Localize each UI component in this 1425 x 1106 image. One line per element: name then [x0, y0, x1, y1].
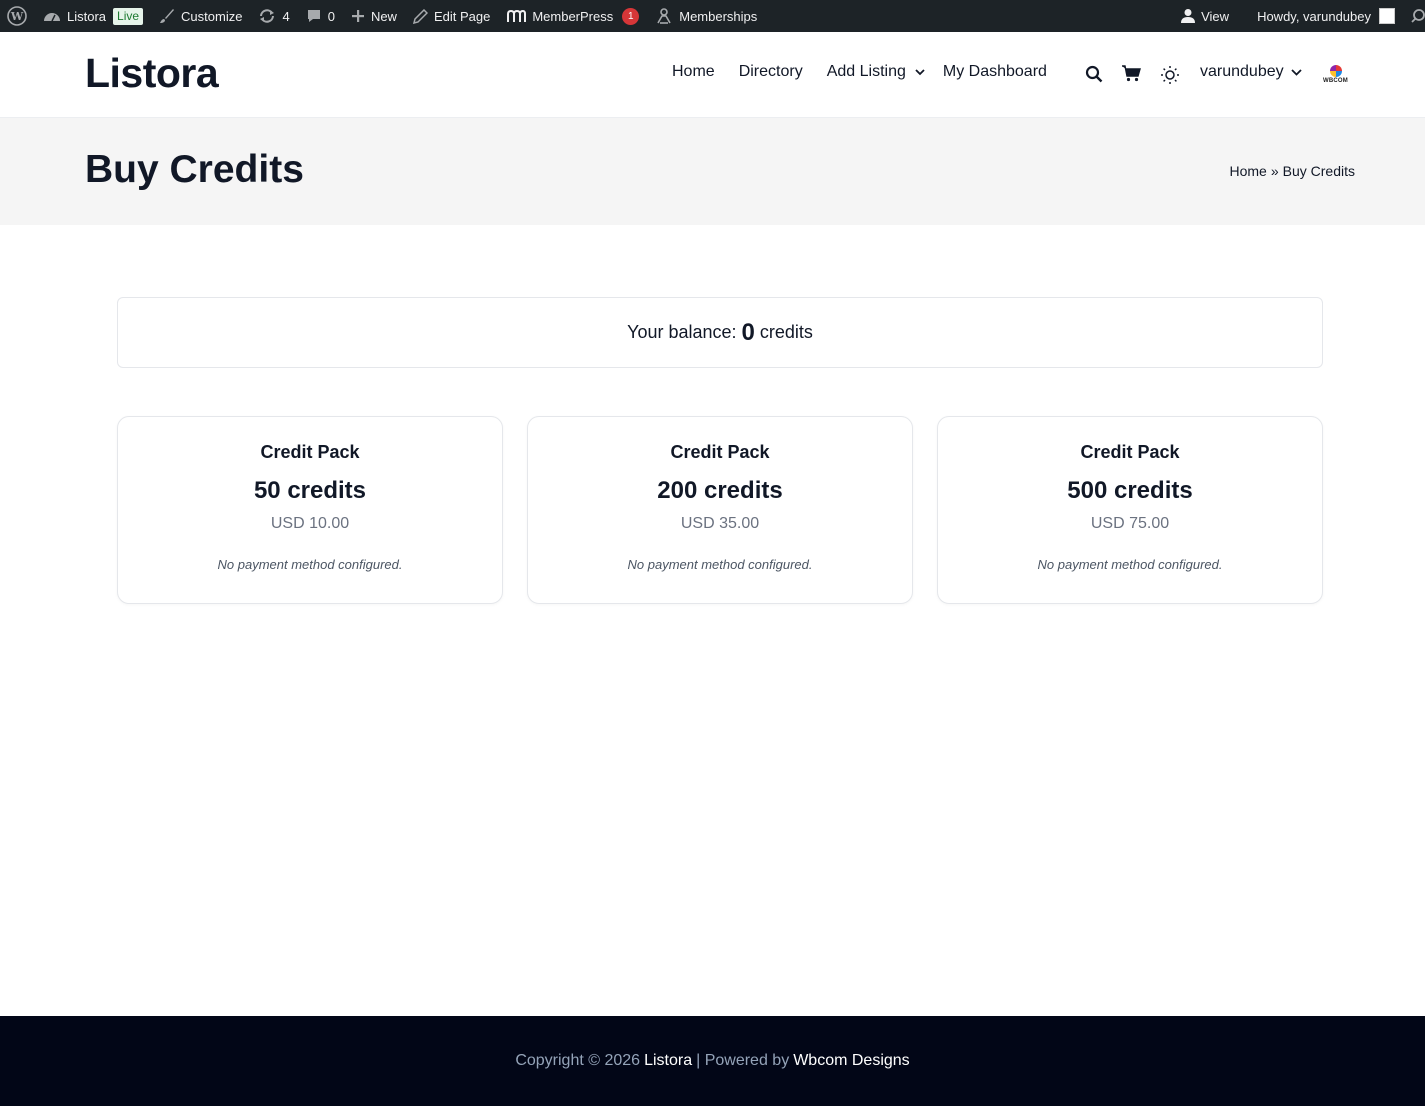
memberships-link[interactable]: Memberships	[647, 0, 765, 32]
live-badge: Live	[113, 7, 144, 25]
footer-site-link[interactable]: Listora	[644, 1052, 692, 1070]
sun-icon	[1161, 66, 1179, 84]
updates-count: 4	[282, 8, 290, 24]
memberships-label: Memberships	[679, 8, 758, 24]
chevron-down-icon	[915, 68, 925, 75]
new-content-link[interactable]: New	[343, 0, 405, 32]
nav-item-home[interactable]: Home	[672, 63, 715, 81]
nav-add-listing-label: Add Listing	[826, 63, 906, 80]
nav-directory-label: Directory	[738, 63, 803, 80]
pack-credits: 50 credits	[253, 477, 367, 504]
theme-toggle-button[interactable]	[1160, 65, 1180, 85]
pack-title: Credit Pack	[670, 442, 770, 462]
search-icon	[1085, 65, 1103, 83]
customize-label: Customize	[181, 8, 243, 24]
dashboard-gauge-icon	[43, 9, 61, 23]
admin-search-button[interactable]	[1403, 0, 1425, 32]
site-header: Listora Home Directory Add Listing My Da…	[0, 32, 1425, 118]
user-menu-label: varundubey	[1200, 63, 1284, 80]
site-footer: Copyright © 2026 Listora | Powered by Wb…	[0, 1016, 1425, 1106]
edit-page-link[interactable]: Edit Page	[405, 0, 498, 32]
breadcrumb-home-link[interactable]: Home	[1229, 163, 1266, 179]
admin-bar-right: View Howdy, varundubey	[1173, 0, 1425, 32]
nav-my-dashboard-label: My Dashboard	[942, 63, 1047, 80]
pack-price: USD 10.00	[270, 515, 350, 532]
page-title-band: Buy Credits Home » Buy Credits	[0, 118, 1425, 225]
view-link[interactable]: View	[1173, 0, 1237, 32]
updates-link[interactable]: 4	[250, 0, 297, 32]
footer-copyright: Copyright © 2026	[515, 1052, 641, 1069]
cart-icon	[1122, 65, 1141, 82]
site-logo[interactable]: Listora	[85, 50, 219, 97]
memberships-icon	[655, 7, 673, 25]
header-search-button[interactable]	[1085, 65, 1103, 83]
nav-home-label: Home	[672, 63, 715, 80]
main-nav: Home Directory Add Listing My Dashboard	[672, 63, 1071, 81]
credit-pack-card: Credit Pack 50 credits USD 10.00 No paym…	[117, 416, 503, 604]
pack-payment-note: No payment method configured.	[627, 557, 813, 572]
brand-logo-mark	[1329, 65, 1342, 77]
chevron-down-icon	[1290, 68, 1302, 76]
pack-payment-note: No payment method configured.	[217, 557, 403, 572]
brand-logo-text: WBCOM	[1323, 78, 1348, 84]
pack-price: USD 35.00	[680, 515, 760, 532]
user-menu[interactable]: varundubey	[1200, 63, 1302, 81]
my-account-link[interactable]: Howdy, varundubey	[1249, 0, 1403, 32]
header-cart-button[interactable]	[1122, 65, 1141, 82]
user-icon	[1181, 8, 1196, 24]
plus-icon	[351, 9, 365, 23]
wordpress-logo-icon[interactable]: W	[0, 0, 35, 32]
memberpress-count-badge: 1	[622, 7, 640, 25]
pack-payment-note: No payment method configured.	[1037, 557, 1223, 572]
edit-page-label: Edit Page	[433, 8, 491, 24]
customize-link[interactable]: Customize	[151, 0, 250, 32]
wp-admin-bar: W Listora Live Customize 4 0 New Edit Pa…	[0, 0, 1425, 32]
search-icon	[1411, 9, 1425, 23]
balance-value: 0	[741, 318, 755, 346]
wbcom-brand-logo[interactable]: WBCOM	[1319, 58, 1352, 91]
view-label: View	[1201, 8, 1230, 24]
svg-text:W: W	[10, 10, 24, 23]
pack-credits: 200 credits	[657, 477, 783, 504]
balance-prefix: Your balance:	[627, 322, 737, 342]
pack-title: Credit Pack	[1080, 442, 1180, 462]
nav-item-add-listing[interactable]: Add Listing	[827, 63, 925, 81]
pencil-icon	[412, 8, 428, 24]
howdy-label: Howdy, varundubey	[1257, 8, 1371, 24]
nav-item-directory[interactable]: Directory	[739, 63, 803, 81]
updates-refresh-icon	[258, 8, 276, 24]
paintbrush-icon	[159, 8, 175, 24]
memberpress-link[interactable]: MemberPress 1	[498, 0, 647, 32]
page-title: Buy Credits	[85, 148, 304, 191]
breadcrumb: Home » Buy Credits	[1229, 163, 1355, 179]
breadcrumb-current: Buy Credits	[1282, 163, 1355, 179]
nav-item-my-dashboard[interactable]: My Dashboard	[943, 63, 1047, 81]
new-label: New	[370, 8, 397, 24]
admin-avatar	[1379, 8, 1395, 24]
memberpress-logo-icon	[506, 9, 527, 23]
pack-title: Credit Pack	[260, 442, 360, 462]
credit-pack-card: Credit Pack 200 credits USD 35.00 No pay…	[527, 416, 913, 604]
breadcrumb-separator: »	[1270, 163, 1279, 179]
credit-pack-card: Credit Pack 500 credits USD 75.00 No pay…	[937, 416, 1323, 604]
comment-bubble-icon	[306, 8, 322, 24]
comments-link[interactable]: 0	[298, 0, 343, 32]
footer-vendor-link[interactable]: Wbcom Designs	[793, 1052, 909, 1070]
pack-price: USD 75.00	[1090, 515, 1170, 532]
admin-site-link[interactable]: Listora Live	[35, 0, 151, 32]
pack-credits: 500 credits	[1067, 477, 1193, 504]
footer-powered-by: | Powered by	[696, 1052, 790, 1069]
memberpress-label: MemberPress	[532, 8, 614, 24]
balance-box: Your balance: 0 credits	[117, 297, 1323, 368]
admin-site-name: Listora	[67, 8, 107, 24]
balance-suffix: credits	[759, 322, 813, 342]
comments-count: 0	[327, 8, 335, 24]
